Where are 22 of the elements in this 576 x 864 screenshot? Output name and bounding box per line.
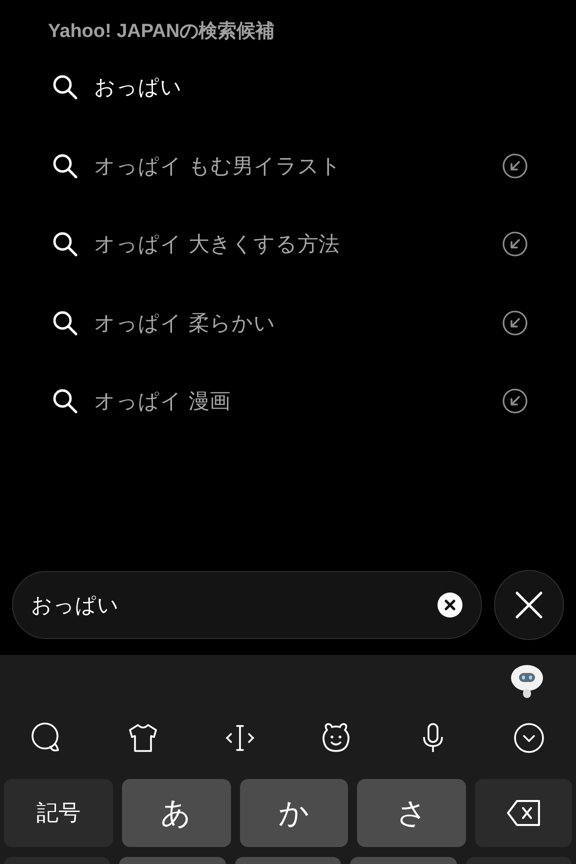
kana-key[interactable]: か <box>240 779 348 847</box>
suggestions-header: Yahoo! JAPANの検索候補 <box>48 20 276 44</box>
suggestion-item[interactable]: オっぱイ もむ男イラスト <box>48 126 576 205</box>
suggestion-item[interactable]: おっぱい <box>48 48 576 126</box>
search-icon <box>52 152 78 179</box>
clear-icon[interactable] <box>437 592 463 618</box>
suggestion-item[interactable]: オっぱイ 漫画 <box>48 362 576 440</box>
search-icon <box>52 388 78 414</box>
robot-icon[interactable] <box>510 663 544 699</box>
search-icon <box>52 74 78 100</box>
suggestion-item[interactable]: オっぱイ 大きくする方法 <box>48 205 576 284</box>
suggestion-item[interactable]: オっぱイ 柔らかい <box>48 284 576 362</box>
kana-key[interactable]: さ <box>357 779 466 847</box>
search-field[interactable]: おっぱい <box>12 571 482 639</box>
kana-key[interactable]: あ <box>122 779 231 847</box>
close-icon <box>514 590 544 620</box>
symbol-key[interactable]: 記号 <box>4 779 113 847</box>
backspace-key[interactable] <box>475 779 572 847</box>
collapse-keyboard-icon[interactable] <box>512 721 546 755</box>
backspace-icon <box>506 799 542 827</box>
search-icon <box>52 310 78 336</box>
search-icon <box>52 231 78 258</box>
